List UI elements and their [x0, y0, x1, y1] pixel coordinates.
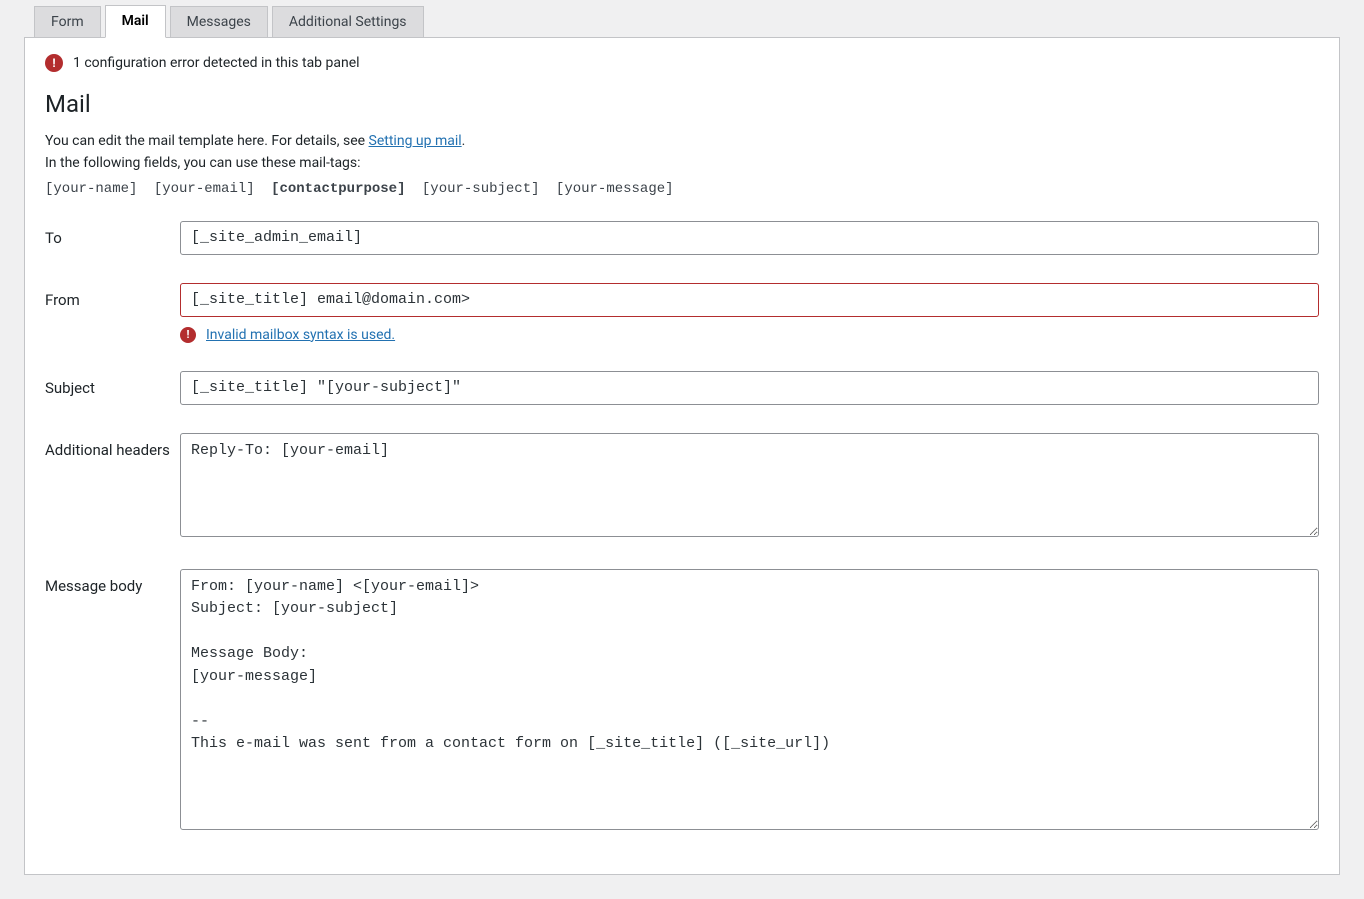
label-from: From: [45, 283, 180, 309]
config-error-alert: ! 1 configuration error detected in this…: [45, 50, 1319, 86]
label-to: To: [45, 221, 180, 247]
intro-line2: In the following fields, you can use the…: [45, 155, 361, 171]
mail-tags: [your-name] [your-email] [contactpurpose…: [45, 181, 1319, 197]
from-input[interactable]: [180, 283, 1319, 317]
field-row-subject: Subject: [45, 371, 1319, 405]
label-subject: Subject: [45, 371, 180, 397]
alert-text: 1 configuration error detected in this t…: [73, 55, 360, 71]
subject-input[interactable]: [180, 371, 1319, 405]
intro-text: You can edit the mail template here. For…: [45, 130, 1319, 175]
from-error-link[interactable]: Invalid mailbox syntax is used.: [206, 327, 395, 343]
mailtag: [your-message]: [556, 181, 674, 197]
tab-mail[interactable]: Mail: [105, 5, 166, 38]
label-additional-headers: Additional headers: [45, 433, 180, 459]
error-icon: !: [45, 54, 63, 72]
field-row-additional-headers: Additional headers: [45, 433, 1319, 541]
field-row-from: From ! Invalid mailbox syntax is used.: [45, 283, 1319, 343]
field-row-to: To: [45, 221, 1319, 255]
additional-headers-textarea[interactable]: [180, 433, 1319, 537]
tab-additional-settings[interactable]: Additional Settings: [272, 6, 424, 38]
field-row-message-body: Message body: [45, 569, 1319, 835]
message-body-textarea[interactable]: [180, 569, 1319, 831]
mailtag: [your-email]: [154, 181, 255, 197]
link-setting-up-mail[interactable]: Setting up mail: [369, 133, 462, 149]
label-message-body: Message body: [45, 569, 180, 595]
mailtag: [contactpurpose]: [271, 181, 405, 197]
tab-form[interactable]: Form: [34, 6, 101, 38]
section-title: Mail: [45, 90, 1319, 118]
tab-bar: Form Mail Messages Additional Settings: [34, 4, 1340, 37]
to-input[interactable]: [180, 221, 1319, 255]
error-icon: !: [180, 327, 196, 343]
tab-messages[interactable]: Messages: [170, 6, 268, 38]
mail-panel: ! 1 configuration error detected in this…: [24, 37, 1340, 875]
mailtag: [your-subject]: [422, 181, 540, 197]
mailtag: [your-name]: [45, 181, 137, 197]
intro-line1-suffix: .: [462, 133, 466, 149]
intro-line1-prefix: You can edit the mail template here. For…: [45, 133, 369, 149]
